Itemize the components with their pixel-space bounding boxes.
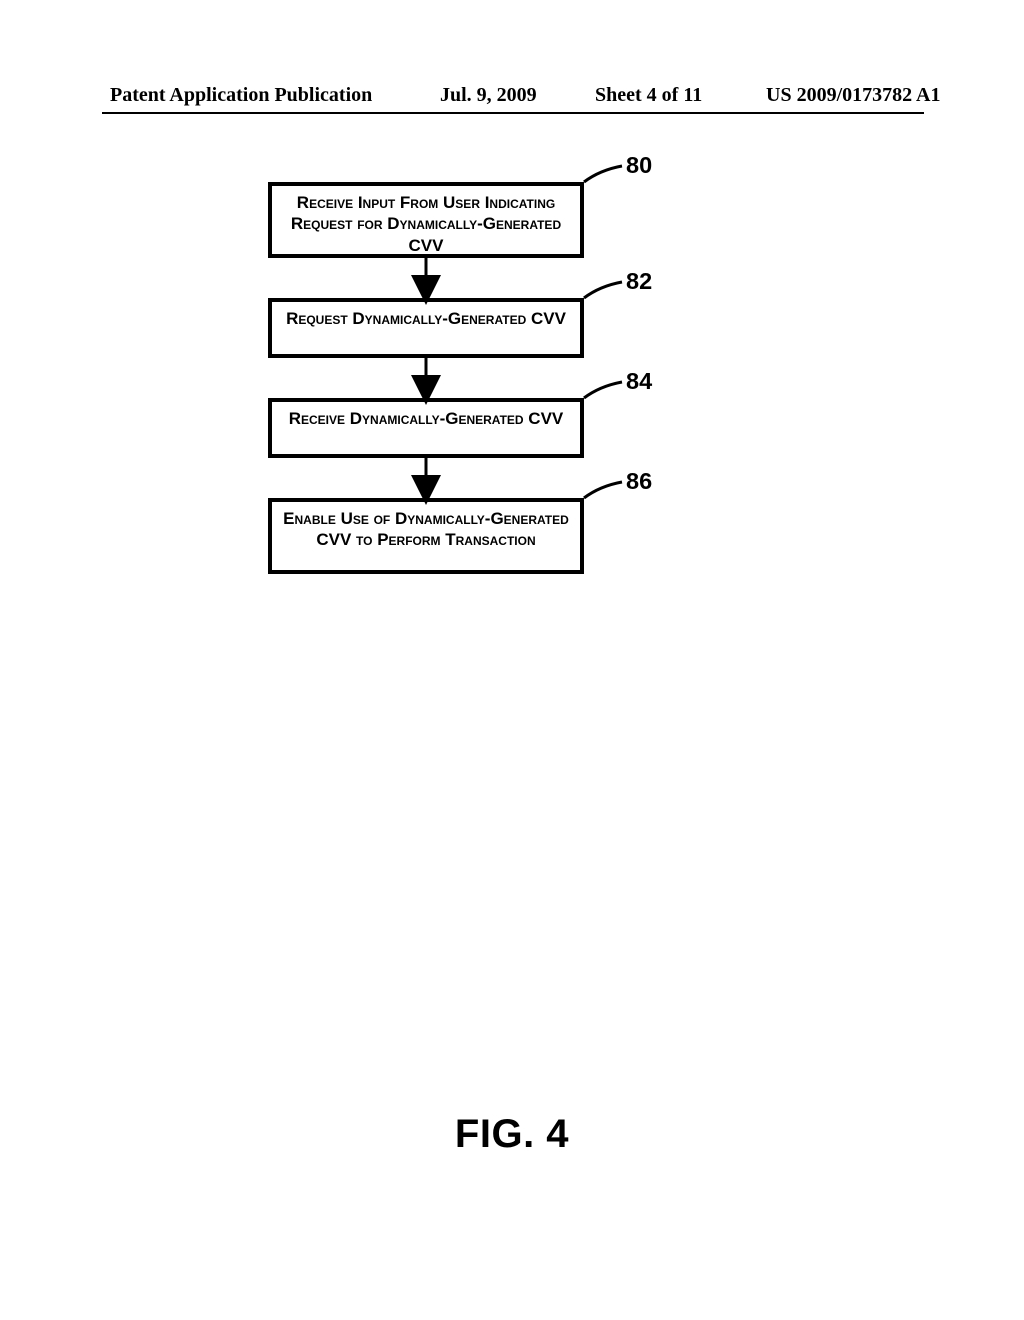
header-sheet: Sheet 4 of 11 <box>595 84 702 107</box>
figure-label: FIG. 4 <box>0 1112 1024 1157</box>
flowchart-connectors <box>0 140 1024 640</box>
leader-line <box>584 282 622 298</box>
header-rule <box>102 112 924 114</box>
header-docnum: US 2009/0173782 A1 <box>766 84 940 107</box>
leader-line <box>584 382 622 398</box>
header-publication: Patent Application Publication <box>110 84 372 107</box>
page: Patent Application Publication Jul. 9, 2… <box>0 0 1024 1320</box>
leader-line <box>584 482 622 498</box>
header-date: Jul. 9, 2009 <box>440 84 537 107</box>
leader-line <box>584 166 622 182</box>
flowchart: Receive Input From User Indicating Reque… <box>0 140 1024 640</box>
